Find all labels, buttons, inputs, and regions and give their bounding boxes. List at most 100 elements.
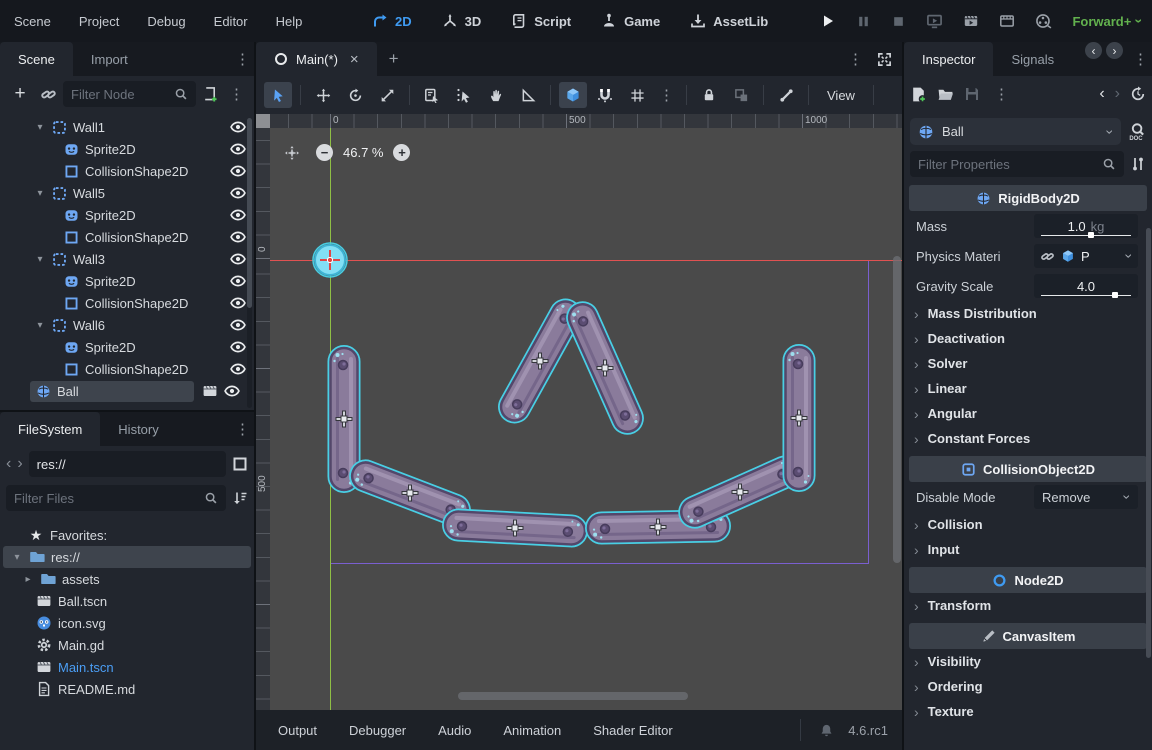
new-resource-button[interactable] [910, 86, 927, 103]
list-select-button[interactable] [418, 82, 446, 108]
close-icon[interactable]: × [350, 51, 359, 68]
notification-bell-icon[interactable] [819, 723, 834, 738]
prev-object-button[interactable]: ‹ [1085, 42, 1102, 59]
distraction-free-button[interactable] [867, 42, 902, 76]
scene-tree-menu-icon[interactable]: ⋮ [225, 85, 248, 103]
menu-scene[interactable]: Scene [0, 0, 65, 42]
open-scene-icon[interactable] [202, 383, 218, 399]
add-node-button[interactable]: + [6, 81, 34, 107]
category-canvasitem[interactable]: CanvasItem [909, 623, 1147, 649]
smart-snap-button[interactable] [559, 82, 587, 108]
tree-item-wall5[interactable]: ▾Wall5 [0, 182, 254, 204]
visibility-eye-icon[interactable] [230, 339, 246, 355]
pivot-tool-button[interactable] [450, 82, 478, 108]
gravity-scale-field[interactable]: 4.0 [1034, 274, 1138, 298]
fs-item-res-root[interactable]: ▾res:// [3, 546, 251, 568]
visibility-eye-icon[interactable] [230, 251, 246, 267]
tree-item-collisionshape[interactable]: CollisionShape2D [0, 226, 254, 248]
inspector-scrollbar[interactable] [1146, 228, 1151, 658]
2d-viewport-canvas[interactable]: − 46.7 % + [270, 128, 902, 710]
fs-item-main-gd[interactable]: Main.gd [0, 634, 254, 656]
visibility-eye-icon[interactable] [230, 185, 246, 201]
zoom-level[interactable]: 46.7 % [343, 145, 383, 160]
remote-debug-icon[interactable] [926, 13, 943, 30]
tab-scene[interactable]: Scene [0, 42, 73, 76]
grid-toggle-button[interactable] [623, 82, 651, 108]
zoom-out-button[interactable]: − [316, 144, 333, 161]
tree-item-wall3[interactable]: ▾Wall3 [0, 248, 254, 270]
scene-tab-main[interactable]: Main(*) × [256, 42, 377, 76]
group-ordering[interactable]: ›Ordering [904, 674, 1152, 699]
property-tools-icon[interactable] [1130, 156, 1146, 172]
expand-icon[interactable]: ▸ [22, 574, 34, 585]
tab-history[interactable]: History [100, 412, 176, 446]
menu-debug[interactable]: Debug [133, 0, 199, 42]
mode-assetlib[interactable]: AssetLib [690, 13, 768, 29]
group-transform[interactable]: ›Transform [904, 593, 1152, 618]
visibility-eye-icon[interactable] [230, 229, 246, 245]
group-deactivation[interactable]: ›Deactivation [904, 326, 1152, 351]
group-linear[interactable]: ›Linear [904, 376, 1152, 401]
group-selected-button[interactable] [727, 82, 755, 108]
filesystem-menu-icon[interactable]: ⋮ [231, 412, 254, 446]
tree-item-sprite[interactable]: Sprite2D [0, 204, 254, 226]
menu-project[interactable]: Project [65, 0, 133, 42]
visibility-eye-icon[interactable] [230, 361, 246, 377]
fs-item-assets[interactable]: ▸assets [0, 568, 254, 590]
split-view-button[interactable] [232, 456, 248, 472]
mode-3d[interactable]: 3D [442, 13, 482, 29]
menu-editor[interactable]: Editor [200, 0, 262, 42]
scene-dock-menu-icon[interactable]: ⋮ [231, 42, 254, 76]
path-field[interactable]: res:// [29, 451, 226, 477]
lock-selected-button[interactable] [695, 82, 723, 108]
scene-tree-scrollbar[interactable] [247, 118, 252, 408]
visibility-eye-icon[interactable] [230, 317, 246, 333]
group-mass-distribution[interactable]: ›Mass Distribution [904, 301, 1152, 326]
pan-tool-button[interactable] [482, 82, 510, 108]
group-visibility[interactable]: ›Visibility [904, 649, 1152, 674]
visibility-eye-icon[interactable] [230, 207, 246, 223]
collapse-icon[interactable]: ▾ [34, 320, 46, 331]
physics-material-field[interactable]: P › [1034, 244, 1138, 268]
tree-item-ball-selected[interactable]: Ball [0, 380, 254, 402]
fs-item-readme[interactable]: README.md [0, 678, 254, 700]
category-node2d[interactable]: Node2D [909, 567, 1147, 593]
visibility-eye-icon[interactable] [230, 273, 246, 289]
mode-script[interactable]: Script [511, 13, 571, 29]
attach-script-button[interactable] [202, 86, 219, 103]
inspector-tabs-menu-icon[interactable]: ⋮ [1129, 42, 1152, 76]
nav-forward-button[interactable]: › [17, 455, 22, 473]
ruler-tool-button[interactable] [514, 82, 542, 108]
scale-tool-button[interactable] [373, 82, 401, 108]
bottom-tab-audio[interactable]: Audio [426, 723, 483, 738]
instance-scene-button[interactable] [40, 86, 57, 103]
tab-import[interactable]: Import [73, 42, 146, 76]
zoom-in-button[interactable]: + [393, 144, 410, 161]
open-docs-button[interactable] [1127, 122, 1146, 141]
movie-mode-button[interactable] [999, 13, 1015, 29]
collapse-icon[interactable]: ▾ [11, 552, 23, 563]
view-menu-button[interactable]: View [817, 88, 865, 103]
visibility-eye-icon[interactable] [230, 119, 246, 135]
move-tool-button[interactable] [309, 82, 337, 108]
run-movie-button[interactable] [963, 13, 979, 29]
tree-item-collisionshape[interactable]: CollisionShape2D [0, 292, 254, 314]
canvas-vertical-scrollbar[interactable] [893, 256, 901, 563]
tree-item-wall1[interactable]: ▾Wall1 [0, 116, 254, 138]
fs-item-ball-tscn[interactable]: Ball.tscn [0, 590, 254, 612]
fs-item-main-tscn[interactable]: Main.tscn [0, 656, 254, 678]
group-constant-forces[interactable]: ›Constant Forces [904, 426, 1152, 451]
load-resource-button[interactable] [937, 86, 954, 103]
tree-item-sprite[interactable]: Sprite2D [0, 336, 254, 358]
resource-menu-icon[interactable]: ⋮ [990, 85, 1013, 103]
group-collision[interactable]: ›Collision [904, 512, 1152, 537]
tree-item-sprite[interactable]: Sprite2D [0, 138, 254, 160]
history-back-button[interactable]: ‹ [1099, 85, 1104, 103]
visibility-eye-icon[interactable] [230, 141, 246, 157]
visibility-eye-icon[interactable] [230, 163, 246, 179]
canvas-horizontal-scrollbar[interactable] [458, 692, 688, 700]
tab-filesystem[interactable]: FileSystem [0, 412, 100, 446]
group-solver[interactable]: ›Solver [904, 351, 1152, 376]
slider-thumb[interactable] [1112, 292, 1118, 298]
bottom-tab-debugger[interactable]: Debugger [337, 723, 418, 738]
